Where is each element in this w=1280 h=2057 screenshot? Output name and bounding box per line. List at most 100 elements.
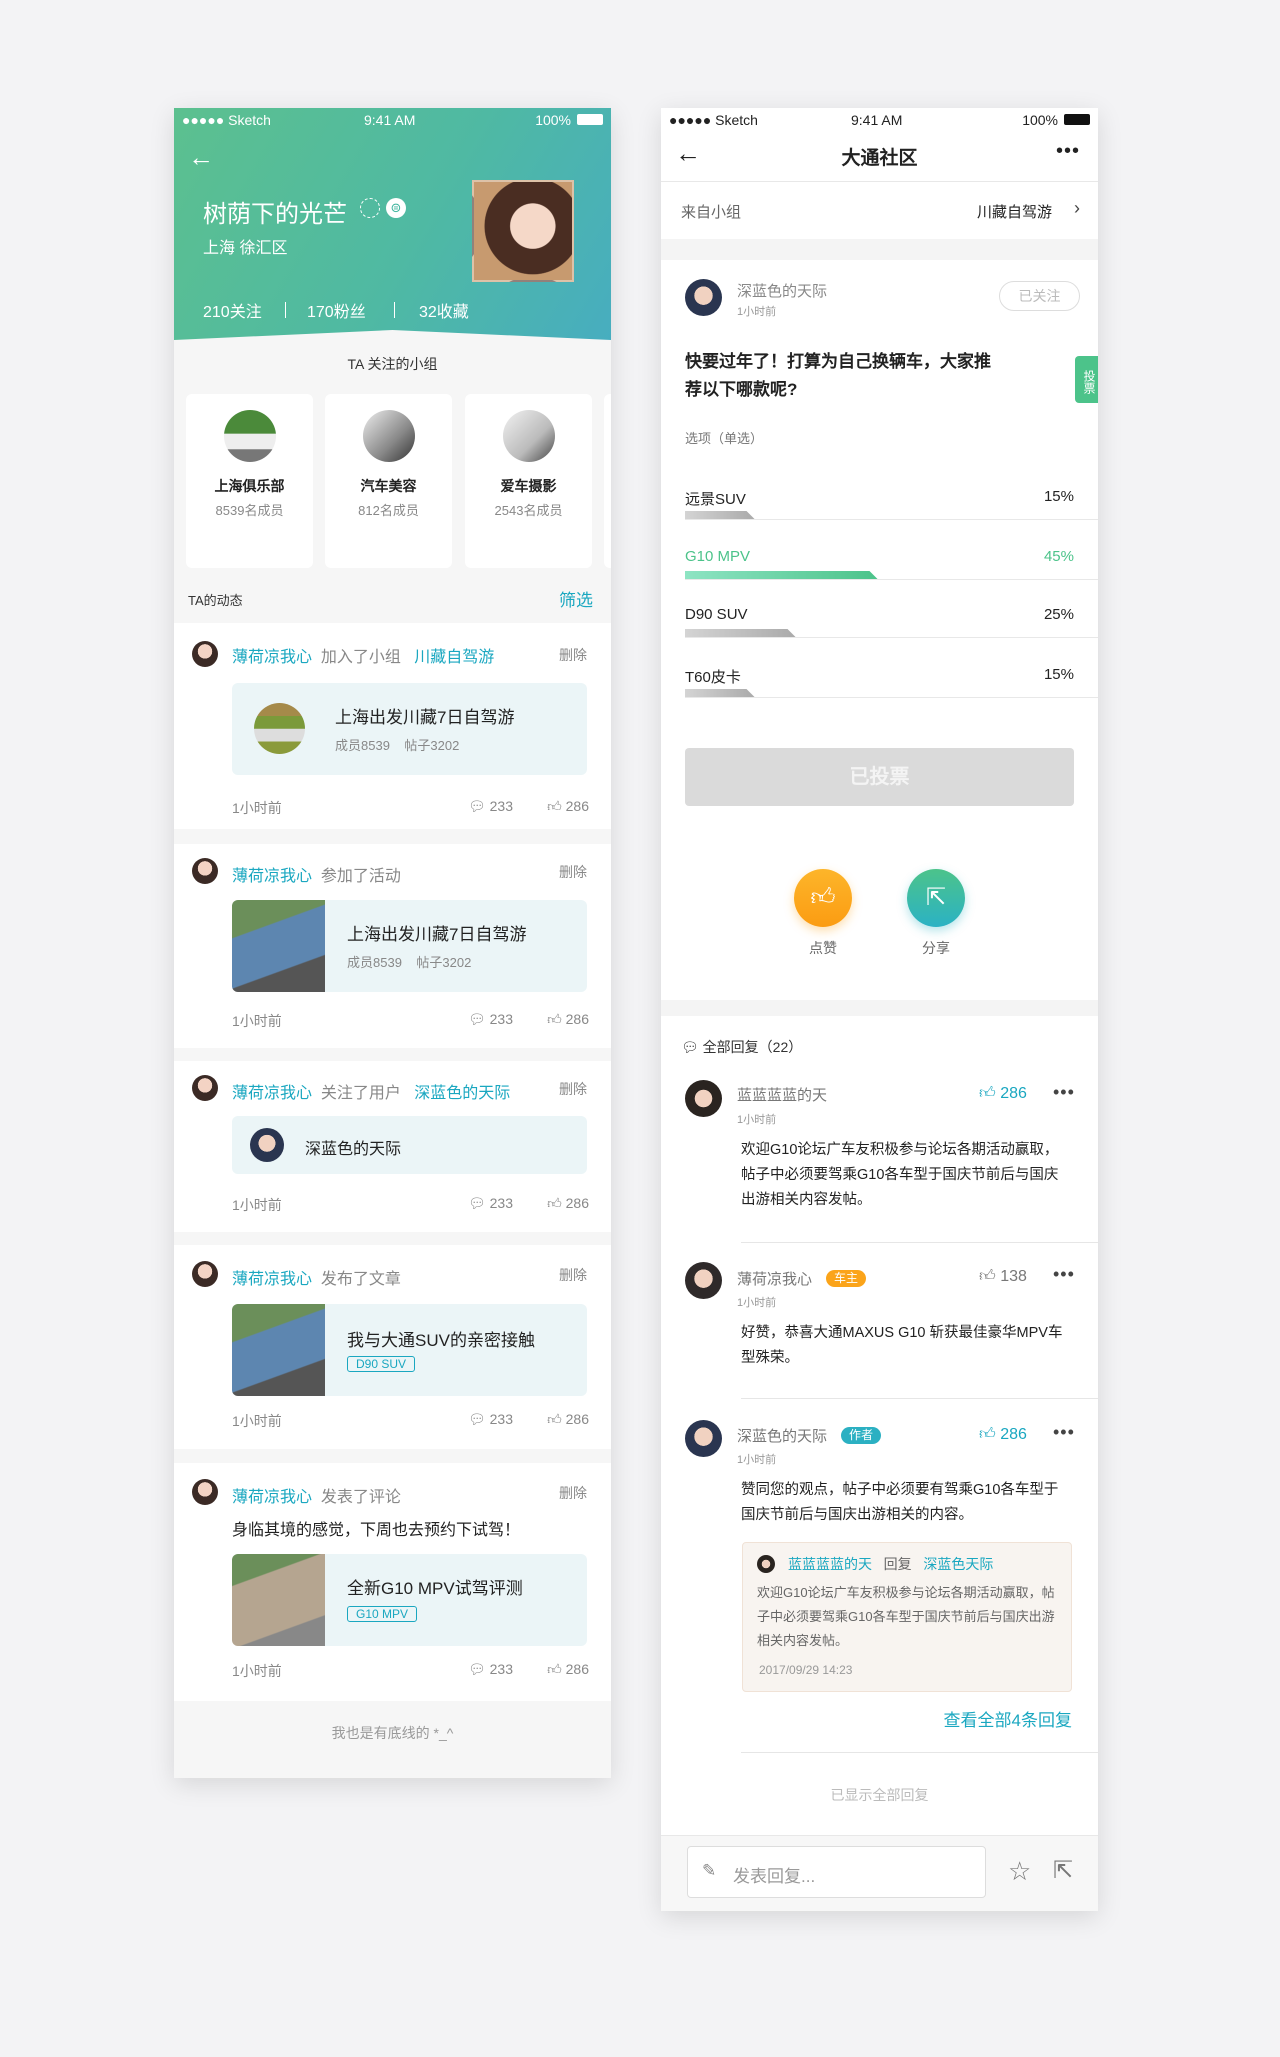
following-count[interactable]: 210关注 bbox=[203, 298, 307, 322]
page-title: 大通社区 bbox=[841, 148, 918, 169]
comment-icon[interactable]: 💬︎ bbox=[468, 1195, 486, 1211]
commenter-name[interactable]: 深蓝色的天际 bbox=[737, 1428, 827, 1445]
comment-icon[interactable]: 💬︎ bbox=[468, 1661, 486, 1677]
divider bbox=[741, 1752, 1098, 1753]
option-label: G10 MPV bbox=[685, 548, 751, 565]
user-avatar[interactable] bbox=[192, 641, 218, 667]
delete-button[interactable]: 删除 bbox=[559, 862, 587, 882]
reply-to[interactable]: 深蓝色天际 bbox=[923, 1556, 993, 1572]
share-icon[interactable]: ⇱ bbox=[1053, 1856, 1073, 1885]
user-avatar bbox=[250, 1128, 284, 1162]
article-preview[interactable]: 我与大通SUV的亲密接触 D90 SUV bbox=[232, 1304, 587, 1396]
post-detail-screen: ●●●●● Sketch 9:41 AM 100% ← 大通社区 ••• 来自小… bbox=[661, 108, 1098, 1911]
profile-screen: ●●●●● Sketch 9:41 AM 100% ← 树荫下的光芒 ⊜ 上海 … bbox=[174, 108, 611, 1778]
user-link[interactable]: 薄荷凉我心 bbox=[232, 1271, 312, 1288]
view-all-replies-link[interactable]: 查看全部4条回复 bbox=[944, 1706, 1072, 1731]
group-card[interactable]: 汽车美容 812名成员 bbox=[325, 394, 452, 568]
group-card[interactable]: 爱车摄影 2543名成员 bbox=[465, 394, 592, 568]
commenter-avatar[interactable] bbox=[685, 1420, 722, 1457]
timestamp: 1小时前 bbox=[232, 1197, 282, 1213]
comment-count: 233 bbox=[489, 1661, 513, 1677]
profile-avatar[interactable] bbox=[472, 180, 574, 282]
preview-title: 深蓝色的天际 bbox=[305, 1141, 402, 1158]
commenter-name[interactable]: 薄荷凉我心 bbox=[737, 1271, 812, 1288]
comment-icon[interactable]: 💬︎ bbox=[468, 798, 486, 814]
thumbs-up-icon[interactable]: 👍︎ bbox=[547, 798, 562, 814]
user-avatar[interactable] bbox=[192, 1479, 218, 1505]
author-name[interactable]: 深蓝色的天际 bbox=[737, 280, 827, 301]
more-icon[interactable]: ••• bbox=[1056, 140, 1080, 163]
author-avatar[interactable] bbox=[685, 279, 722, 316]
favorites-count[interactable]: 32收藏 bbox=[419, 298, 469, 322]
thumbs-up-icon[interactable]: 👍︎ bbox=[547, 1411, 562, 1427]
car-tag[interactable]: D90 SUV bbox=[347, 1356, 416, 1372]
commenter-name[interactable]: 蓝蓝蓝蓝的天 bbox=[737, 1084, 827, 1105]
commenter-avatar[interactable] bbox=[685, 1262, 722, 1299]
comment-icon[interactable]: 💬︎ bbox=[468, 1011, 486, 1027]
followers-count[interactable]: 170粉丝 bbox=[307, 298, 419, 322]
like-button[interactable]: 👍︎ bbox=[794, 869, 852, 927]
thumbs-up-icon[interactable]: 👍︎ bbox=[547, 1195, 562, 1211]
user-preview[interactable]: 深蓝色的天际 bbox=[232, 1116, 587, 1174]
share-button[interactable]: ⇱ bbox=[907, 869, 965, 927]
group-card[interactable]: 上海俱乐部 8539名成员 bbox=[186, 394, 313, 568]
thumbs-up-icon[interactable]: 👍︎ bbox=[979, 1426, 996, 1443]
more-icon[interactable]: ••• bbox=[1053, 1082, 1075, 1103]
commenter-avatar[interactable] bbox=[685, 1080, 722, 1117]
activity-preview[interactable]: 上海出发川藏7日自驾游 成员8539 帖子3202 bbox=[232, 900, 587, 992]
user-link[interactable]: 薄荷凉我心 bbox=[232, 868, 312, 885]
option-bar bbox=[685, 571, 878, 579]
group-name: 川藏自驾游 bbox=[976, 204, 1052, 221]
reply-avatar bbox=[757, 1555, 775, 1573]
group-members: 812名成员 bbox=[358, 503, 419, 518]
post-count: 帖子3202 bbox=[404, 738, 460, 753]
group-preview[interactable]: 上海出发川藏7日自驾游 成员8539 帖子3202 bbox=[232, 683, 587, 775]
profile-stats: 210关注 170粉丝 32收藏 bbox=[203, 298, 469, 322]
filter-button[interactable]: 筛选 bbox=[559, 586, 593, 611]
followed-user-link[interactable]: 深蓝色的天际 bbox=[414, 1085, 510, 1102]
thumbs-up-icon[interactable]: 👍︎ bbox=[547, 1011, 562, 1027]
source-group-row[interactable]: 来自小组 川藏自驾游 › bbox=[661, 182, 1098, 239]
end-of-list: 我也是有底线的 *_^ bbox=[331, 1725, 454, 1741]
poll-option[interactable]: 远景SUV 15% bbox=[685, 488, 1098, 548]
car-tag[interactable]: G10 MPV bbox=[347, 1606, 418, 1622]
reply-input[interactable]: ✎ 发表回复... bbox=[687, 1846, 986, 1898]
star-icon[interactable]: ☆ bbox=[1008, 1856, 1031, 1887]
reply-from[interactable]: 蓝蓝蓝蓝的天 bbox=[788, 1556, 872, 1572]
more-icon[interactable]: ••• bbox=[1053, 1422, 1075, 1443]
more-icon[interactable]: ••• bbox=[1053, 1264, 1075, 1285]
poll-option[interactable]: T60皮卡 15% bbox=[685, 666, 1098, 726]
delete-button[interactable]: 删除 bbox=[559, 1483, 587, 1503]
quoted-reply[interactable]: 蓝蓝蓝蓝的天 回复 深蓝色天际 欢迎G10论坛广车友积极参与论坛各期活动赢取，帖… bbox=[742, 1542, 1072, 1692]
preview-title: 我与大通SUV的亲密接触 bbox=[347, 1331, 535, 1350]
follow-button[interactable]: 已关注 bbox=[999, 281, 1080, 311]
user-avatar[interactable] bbox=[192, 1261, 218, 1287]
group-members: 2543名成员 bbox=[494, 503, 563, 518]
comment-icon[interactable]: 💬︎ bbox=[468, 1411, 486, 1427]
action-text: 关注了用户 bbox=[320, 1085, 401, 1102]
voted-button[interactable]: 已投票 bbox=[685, 748, 1074, 806]
delete-button[interactable]: 删除 bbox=[559, 1079, 587, 1099]
back-arrow-icon[interactable]: ← bbox=[188, 142, 214, 173]
preview-title: 上海出发川藏7日自驾游 bbox=[347, 925, 527, 944]
vote-tab[interactable]: 投票 bbox=[1075, 356, 1098, 403]
poll-option[interactable]: D90 SUV 25% bbox=[685, 606, 1098, 666]
thumbs-up-icon[interactable]: 👍︎ bbox=[979, 1268, 996, 1285]
group-card-partial[interactable] bbox=[604, 394, 611, 568]
thumbs-up-icon[interactable]: 👍︎ bbox=[547, 1661, 562, 1677]
user-avatar[interactable] bbox=[192, 1075, 218, 1101]
user-link[interactable]: 薄荷凉我心 bbox=[232, 649, 312, 666]
battery-icon bbox=[577, 114, 603, 125]
group-link[interactable]: 川藏自驾游 bbox=[414, 649, 494, 666]
user-link[interactable]: 薄荷凉我心 bbox=[232, 1085, 312, 1102]
article-preview[interactable]: 全新G10 MPV试驾评测 G10 MPV bbox=[232, 1554, 587, 1646]
option-percent: 25% bbox=[1043, 606, 1074, 623]
delete-button[interactable]: 删除 bbox=[559, 645, 587, 665]
delete-button[interactable]: 删除 bbox=[559, 1265, 587, 1285]
comment-text: 好赞，恭喜大通MAXUS G10 斩获最佳豪华MPV车型殊荣。 bbox=[741, 1325, 1063, 1366]
user-link[interactable]: 薄荷凉我心 bbox=[232, 1489, 312, 1506]
like-count: 286 bbox=[565, 798, 589, 814]
thumbs-up-icon[interactable]: 👍︎ bbox=[979, 1085, 996, 1102]
user-avatar[interactable] bbox=[192, 858, 218, 884]
poll-option[interactable]: G10 MPV 45% bbox=[685, 548, 1098, 608]
